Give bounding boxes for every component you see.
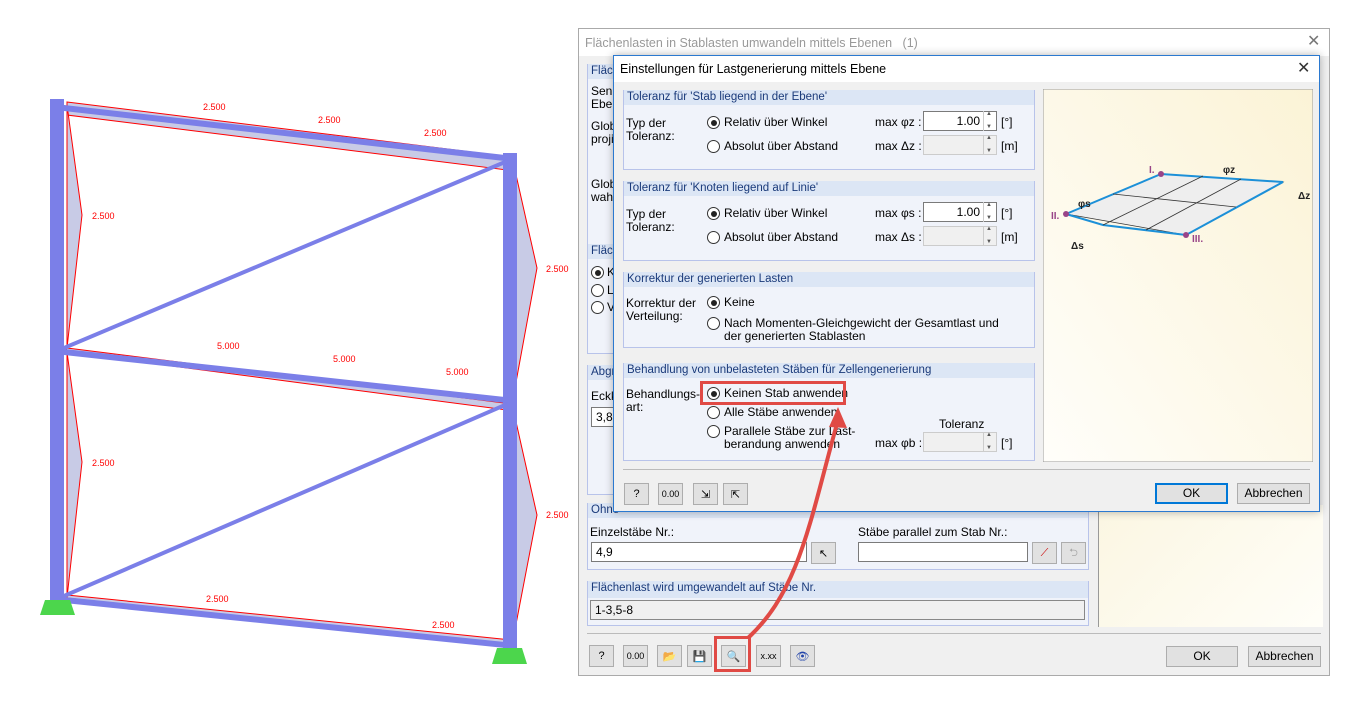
radio-absolute-distance[interactable] <box>707 231 720 244</box>
load-label: 2.500 <box>546 510 569 520</box>
radio-relative-angle[interactable] <box>707 207 720 220</box>
import-icon[interactable]: ⇲ <box>693 483 718 505</box>
load-label: 2.500 <box>92 211 115 221</box>
radio[interactable] <box>591 284 604 297</box>
close-icon[interactable]: ✕ <box>1307 34 1320 50</box>
load-label: 2.500 <box>432 620 455 630</box>
svg-text:Δs: Δs <box>1071 241 1084 252</box>
save-icon[interactable]: 💾 <box>687 645 712 667</box>
load-label: 5.000 <box>446 367 469 377</box>
pick-member-button[interactable]: ↖ <box>811 542 836 564</box>
radio-all-members[interactable] <box>707 406 720 419</box>
radio-none[interactable] <box>707 296 720 309</box>
highlight-box <box>714 636 751 672</box>
structure-model-view: 2.500 2.500 2.500 2.500 2.500 5.000 5.00… <box>40 99 569 664</box>
units-icon[interactable]: 0.00 <box>658 483 683 505</box>
single-members-label: Einzelstäbe Nr.: <box>590 525 675 539</box>
spinner[interactable] <box>983 111 996 131</box>
radio-relative-angle[interactable] <box>707 116 720 129</box>
units-icon[interactable]: 0.00 <box>623 645 648 667</box>
load-label: 2.500 <box>318 115 341 125</box>
load-label: 2.500 <box>92 458 115 468</box>
view-icon[interactable]: 👁 <box>790 645 815 667</box>
single-members-input[interactable]: 4,9 <box>591 542 807 562</box>
radio[interactable] <box>591 266 604 279</box>
pick-parallel-button[interactable]: ⟋ <box>1032 542 1057 564</box>
load-left-lower <box>66 351 83 599</box>
support <box>40 600 75 615</box>
svg-text:φs: φs <box>1078 199 1091 210</box>
parallel-members-label: Stäbe parallel zum Stab Nr.: <box>858 525 1008 539</box>
open-icon[interactable]: 📂 <box>657 645 682 667</box>
svg-text:III.: III. <box>1192 234 1203 245</box>
info-image <box>1098 505 1323 627</box>
radio-absolute-distance[interactable] <box>707 140 720 153</box>
load-label: 2.500 <box>206 594 229 604</box>
radio-parallel-members[interactable] <box>707 425 720 438</box>
dialog-title: Einstellungen für Lastgenerierung mittel… <box>620 62 887 76</box>
svg-text:I.: I. <box>1149 165 1155 176</box>
load-label: 2.500 <box>424 128 447 138</box>
help-icon[interactable]: ? <box>624 483 649 505</box>
load-generation-settings-dialog: Einstellungen für Lastgenerierung mittel… <box>613 55 1320 512</box>
svg-text:Δz: Δz <box>1298 191 1310 202</box>
highlight-box <box>700 381 846 405</box>
cancel-button[interactable]: Abbrechen <box>1237 483 1310 504</box>
radio-moment-equilibrium[interactable] <box>707 317 720 330</box>
load-label: 5.000 <box>217 341 240 351</box>
tolerance-figure: I. II. III. φz Δz φs Δs <box>1043 89 1313 462</box>
decimal-icon[interactable]: x.xx <box>756 645 781 667</box>
load-left-upper <box>66 104 83 349</box>
radio[interactable] <box>591 301 604 314</box>
reset-button[interactable]: ⮌ <box>1061 542 1086 564</box>
spinner[interactable] <box>983 202 996 222</box>
converted-members-field: 1-3,5-8 <box>590 600 1085 620</box>
close-icon[interactable]: ✕ <box>1297 61 1310 77</box>
support <box>492 648 527 664</box>
export-icon[interactable]: ⇱ <box>723 483 748 505</box>
ok-button[interactable]: OK <box>1155 483 1228 504</box>
help-icon[interactable]: ? <box>589 645 614 667</box>
load-label: 2.500 <box>203 102 226 112</box>
load-label: 2.500 <box>546 264 569 274</box>
ok-button[interactable]: OK <box>1166 646 1238 667</box>
svg-text:φz: φz <box>1223 165 1235 176</box>
cancel-button[interactable]: Abbrechen <box>1248 646 1321 667</box>
load-label: 5.000 <box>333 354 356 364</box>
parallel-members-input[interactable] <box>858 542 1028 562</box>
svg-text:II.: II. <box>1051 211 1060 222</box>
dialog-title: Flächenlasten in Stablasten umwandeln mi… <box>585 36 918 50</box>
